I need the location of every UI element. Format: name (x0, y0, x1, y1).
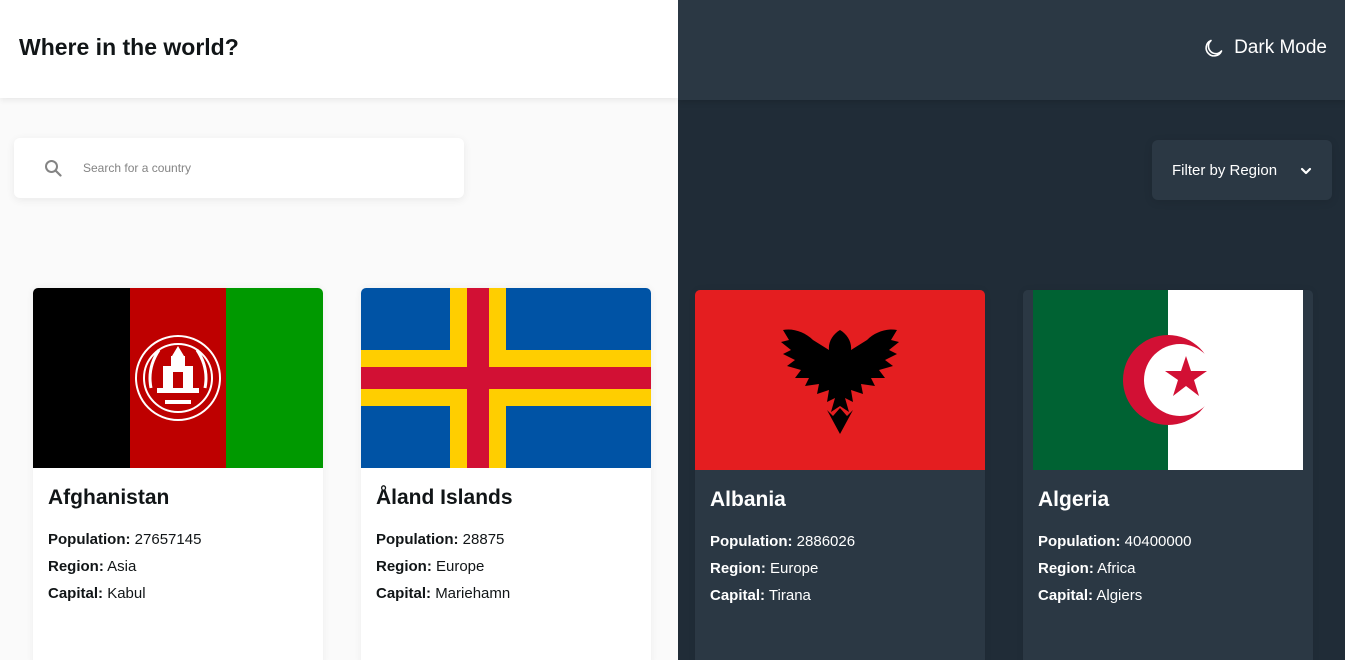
region-value: Asia (107, 558, 137, 575)
country-details: Population: 2886026 Region: Europe Capit… (710, 528, 855, 609)
aland-islands-flag (361, 288, 651, 468)
dark-theme-panel: Dark Mode Filter by Region Albania Popul… (678, 0, 1345, 660)
capital-label: Capital: (710, 587, 766, 604)
country-details: Population: 28875 Region: Europe Capital… (376, 526, 510, 607)
region-row: Region: Asia (48, 553, 201, 580)
region-row: Region: Africa (1038, 555, 1191, 582)
country-card-aland-islands[interactable]: Åland Islands Population: 28875 Region: … (361, 288, 651, 660)
region-filter-dropdown[interactable]: Filter by Region (1152, 140, 1332, 200)
population-row: Population: 40400000 (1038, 528, 1191, 555)
region-label: Region: (376, 558, 432, 575)
country-card-albania[interactable]: Albania Population: 2886026 Region: Euro… (695, 290, 985, 660)
region-label: Region: (48, 558, 104, 575)
dark-mode-label: Dark Mode (1234, 37, 1327, 58)
capital-row: Capital: Kabul (48, 580, 201, 607)
population-label: Population: (376, 531, 459, 548)
region-value: Africa (1097, 560, 1136, 577)
capital-label: Capital: (376, 585, 432, 602)
search-input[interactable] (83, 156, 443, 180)
capital-row: Capital: Algiers (1038, 582, 1191, 609)
population-row: Population: 27657145 (48, 526, 201, 553)
country-name: Algeria (1038, 488, 1110, 511)
filter-label: Filter by Region (1172, 161, 1278, 179)
country-name: Albania (710, 488, 786, 511)
population-value: 28875 (462, 531, 505, 548)
capital-label: Capital: (1038, 587, 1094, 604)
header-light: Where in the world? (0, 0, 678, 98)
country-name: Åland Islands (376, 486, 513, 509)
header-dark: Dark Mode (678, 0, 1345, 100)
search-icon (45, 160, 62, 177)
population-label: Population: (1038, 533, 1121, 550)
region-value: Europe (770, 560, 819, 577)
country-name: Afghanistan (48, 486, 170, 509)
app-title: Where in the world? (19, 34, 239, 60)
capital-value: Algiers (1096, 587, 1143, 604)
population-row: Population: 2886026 (710, 528, 855, 555)
country-card-algeria[interactable]: Algeria Population: 40400000 Region: Afr… (1023, 290, 1313, 660)
capital-value: Tirana (768, 587, 811, 604)
population-row: Population: 28875 (376, 526, 510, 553)
region-label: Region: (1038, 560, 1094, 577)
afghanistan-flag (33, 288, 323, 468)
light-theme-panel: Where in the world? Search for a country… (0, 0, 678, 660)
region-row: Region: Europe (376, 553, 510, 580)
capital-value: Mariehamn (435, 585, 511, 602)
dark-mode-toggle[interactable]: Dark Mode (1204, 37, 1327, 59)
population-value: 2886026 (796, 533, 856, 550)
population-value: 40400000 (1124, 533, 1192, 550)
population-value: 27657145 (134, 531, 202, 548)
country-details: Population: 40400000 Region: Africa Capi… (1038, 528, 1191, 609)
search-box[interactable] (14, 138, 464, 198)
region-row: Region: Europe (710, 555, 855, 582)
algeria-flag (1023, 290, 1313, 470)
capital-label: Capital: (48, 585, 104, 602)
country-card-afghanistan[interactable]: Afghanistan Population: 27657145 Region:… (33, 288, 323, 660)
capital-row: Capital: Mariehamn (376, 580, 510, 607)
moon-icon (1205, 39, 1223, 57)
capital-row: Capital: Tirana (710, 582, 855, 609)
population-label: Population: (48, 531, 131, 548)
population-label: Population: (710, 533, 793, 550)
capital-value: Kabul (107, 585, 146, 602)
country-details: Population: 27657145 Region: Asia Capita… (48, 526, 201, 607)
region-label: Region: (710, 560, 766, 577)
chevron-down-icon (1300, 167, 1312, 175)
region-value: Europe (436, 558, 485, 575)
albania-flag (695, 290, 985, 470)
